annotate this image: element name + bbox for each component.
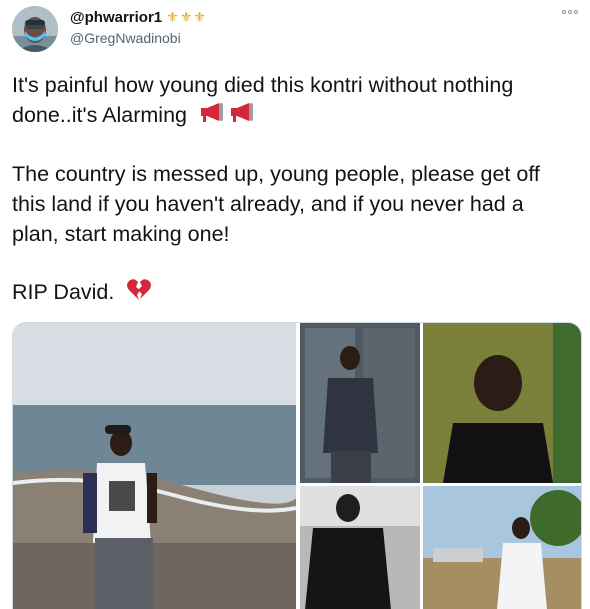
badge-icons: ⚜⚜⚜ [166, 9, 207, 25]
display-name[interactable]: @phwarrior1 [70, 9, 162, 26]
loudspeaker-icon [199, 101, 255, 131]
avatar-image [12, 6, 58, 52]
photo-black-white[interactable] [300, 486, 420, 609]
broken-heart-icon [126, 278, 152, 310]
photo-portrait-green[interactable] [423, 323, 582, 483]
tweet-card[interactable]: @phwarrior1 ⚜⚜⚜ @GregNwadinobi It's pain… [0, 0, 590, 609]
tweet-text: It's painful how young died this kontri … [12, 70, 582, 310]
text-line: The country is messed up, young people, … [12, 162, 540, 187]
text-line: It's painful how young died this kontri … [12, 73, 514, 97]
text-line-with-emoji: RIP David. [12, 277, 582, 309]
more-dots-icon[interactable] [562, 10, 578, 14]
text-line: RIP David. [12, 280, 115, 305]
avatar[interactable] [12, 6, 58, 52]
text-line: done..it's Alarming [12, 103, 188, 127]
photo-elevator[interactable] [300, 323, 420, 483]
photo-beach[interactable] [13, 323, 297, 609]
text-line: this land if you haven't already, and if… [12, 192, 524, 217]
user-handle[interactable]: @GregNwadinobi [70, 30, 181, 46]
text-line-with-emoji: done..it's Alarming [12, 100, 582, 131]
media-grid[interactable] [12, 322, 582, 609]
text-line: plan, start making one! [12, 222, 230, 247]
photo-field[interactable] [423, 486, 582, 609]
